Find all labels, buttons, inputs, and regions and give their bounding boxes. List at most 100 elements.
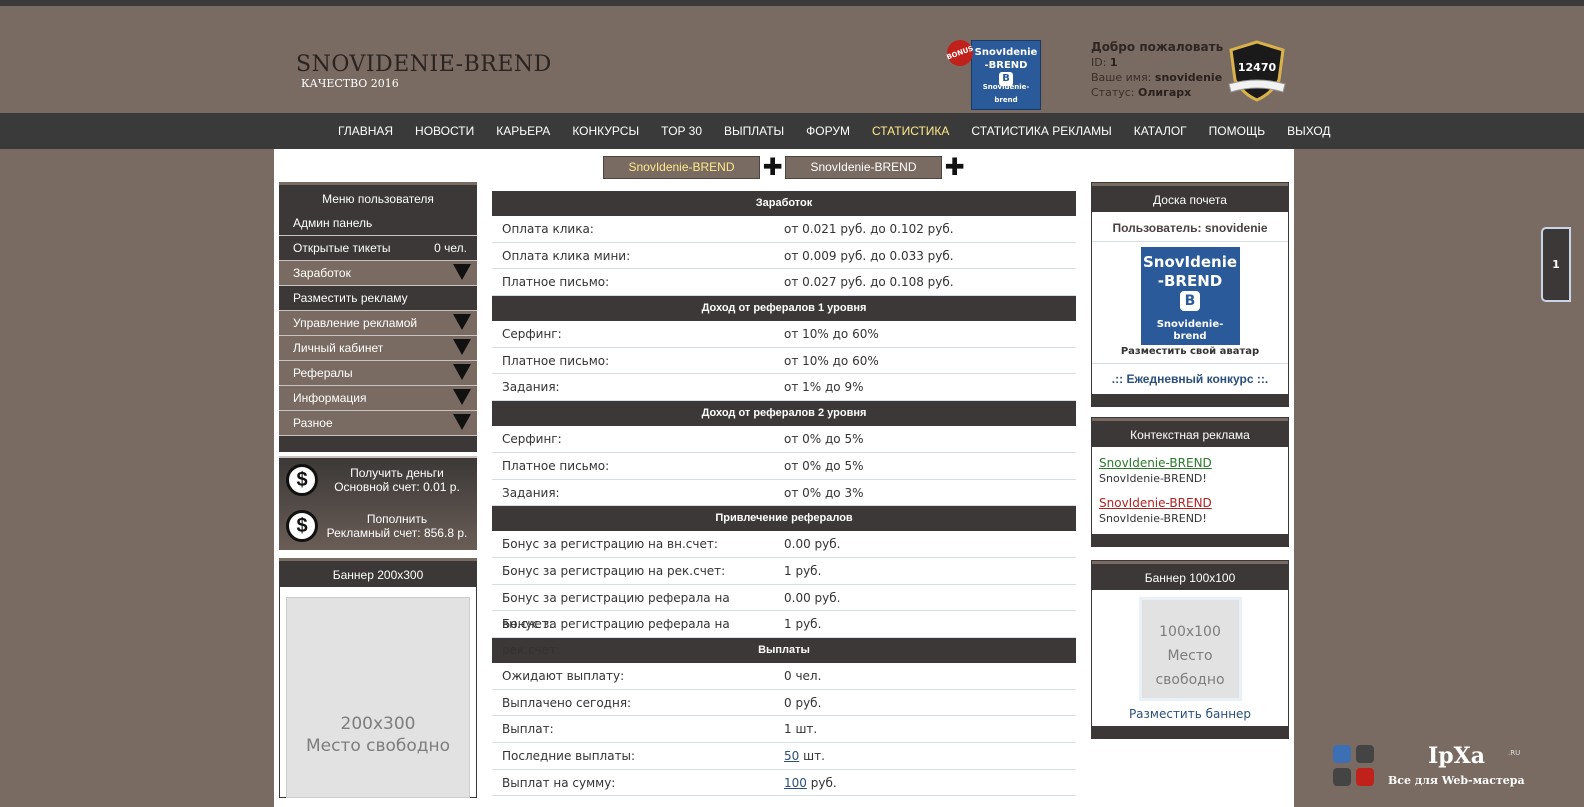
- row-value: от 0.027 руб. до 0.108 руб.: [784, 275, 954, 290]
- banner-100-line2: свободно: [1155, 672, 1225, 688]
- nav-payouts[interactable]: ВЫПЛАТЫ: [713, 124, 795, 138]
- watermark-logo: IpXa .RU Все для Web-мастера: [1330, 743, 1530, 793]
- vk-logo-icon: B: [1180, 291, 1200, 311]
- place-banner-link[interactable]: Разместить баннер: [1092, 707, 1288, 721]
- triangle-down-icon: [453, 264, 471, 280]
- menu-item-label: Личный кабинет: [293, 341, 384, 355]
- row-key: Серфинг:: [502, 327, 562, 342]
- banner-200-box: 200x300 Место свободно: [279, 587, 477, 798]
- row-value: от 0% до 3%: [784, 485, 864, 500]
- daily-contest-link[interactable]: .:: Ежедневный конкурс ::.: [1092, 364, 1288, 394]
- tab-snovidenie-2[interactable]: SnovIdenie-BREND: [785, 156, 942, 179]
- row-value: от 0.021 руб. до 0.102 руб.: [784, 222, 954, 236]
- welcome-title: Добро пожаловать: [1091, 40, 1224, 54]
- nav-contests[interactable]: КОНКУРСЫ: [561, 124, 650, 138]
- place-avatar-link[interactable]: Разместить свой аватар: [1092, 345, 1288, 364]
- menu-earnings[interactable]: Заработок: [279, 261, 477, 286]
- nav-forum[interactable]: ФОРУМ: [795, 124, 861, 138]
- table-row: Платное письмо: от 10% до 60%: [492, 348, 1076, 375]
- user-menu-title: Меню пользователя: [279, 182, 477, 211]
- table-row: Выплачено сегодня: 0 руб.: [492, 690, 1076, 717]
- table-row: Бонус за регистрацию на рек.счет: 1 руб.: [492, 558, 1076, 585]
- banner-100-placeholder[interactable]: 100x100 Место свободно: [1138, 597, 1242, 701]
- user-id-line: ID: 1: [1091, 55, 1223, 70]
- row-key: Ожидают выплату:: [502, 668, 625, 683]
- menu-item-label: Админ панель: [293, 216, 373, 230]
- table-row: Выплат: 1 шт.: [492, 716, 1076, 743]
- menu-misc[interactable]: Разное: [279, 411, 477, 436]
- row-value: от 0.009 руб. до 0.033 руб.: [784, 248, 954, 263]
- avatar-caption: Snovidenie-brend: [982, 83, 1030, 104]
- table-row: Оплата клика: от 0.021 руб. до 0.102 руб.: [492, 216, 1076, 243]
- tab-snovidenie-1[interactable]: SnovIdenie-BREND: [603, 156, 760, 179]
- user-status-label: Статус:: [1091, 86, 1135, 99]
- topup-text: Пополнить Рекламный счет: 856.8 р.: [321, 512, 473, 540]
- user-status-value: Олигарх: [1138, 86, 1192, 99]
- menu-place-ad[interactable]: Разместить рекламу: [279, 286, 477, 311]
- section-earnings: Заработок: [492, 191, 1076, 216]
- header-avatar[interactable]: SnovIdenie -BREND B Snovidenie-brend: [971, 40, 1041, 110]
- menu-item-label: Разное: [293, 416, 333, 430]
- withdraw-money-button[interactable]: $ Получить деньги Основной счет: 0.01 р.: [279, 458, 477, 504]
- row-key: Платное письмо:: [502, 275, 610, 290]
- nav-statistics[interactable]: СТАТИСТИКА: [861, 124, 960, 138]
- menu-information[interactable]: Информация: [279, 386, 477, 411]
- nav-home[interactable]: ГЛАВНАЯ: [327, 124, 404, 138]
- dollar-coin-icon: $: [286, 464, 318, 496]
- nav-ad-statistics[interactable]: СТАТИСТИКА РЕКЛАМЫ: [960, 124, 1122, 138]
- balance-panel: $ Получить деньги Основной счет: 0.01 р.…: [279, 456, 477, 550]
- row-key: Выплачено сегодня:: [502, 695, 632, 710]
- nav-catalog[interactable]: КАТАЛОГ: [1123, 124, 1198, 138]
- section-ref-level1: Доход от рефералов 1 уровня: [492, 296, 1076, 322]
- row-value: 1 руб.: [784, 563, 822, 578]
- site-logo-title[interactable]: SNOVIDENIE-BREND: [296, 52, 552, 77]
- plus-icon[interactable]: ✚: [942, 155, 967, 179]
- row-value: 50 шт.: [784, 743, 1076, 769]
- nav-help[interactable]: ПОМОЩЬ: [1198, 124, 1276, 138]
- last-payouts-link[interactable]: 50: [784, 749, 799, 763]
- site-header: [0, 6, 1584, 113]
- statistics-table: Заработок Оплата клика: от 0.021 руб. до …: [492, 191, 1076, 797]
- plus-icon[interactable]: ✚: [760, 155, 785, 179]
- triangle-down-icon: [453, 389, 471, 405]
- menu-referrals[interactable]: Рефералы: [279, 361, 477, 386]
- context-ad-link[interactable]: SnovIdenie-BREND: [1099, 456, 1281, 471]
- banner-100-box: Баннер 100x100 100x100 Место свободно Ра…: [1091, 560, 1289, 739]
- user-status-line: Статус: Олигарх: [1091, 85, 1223, 100]
- menu-ad-management[interactable]: Управление рекламой: [279, 311, 477, 336]
- side-feedback-tab[interactable]: 1: [1541, 227, 1571, 302]
- avatar-text-2: -BREND: [1157, 272, 1223, 290]
- nav-logout[interactable]: ВЫХОД: [1276, 124, 1341, 138]
- watermark-square-icon: [1333, 745, 1351, 763]
- table-row: Выплат на сумму: 100 руб.: [492, 770, 1076, 797]
- left-sidebar: Меню пользователя Админ панель Открытые …: [279, 182, 477, 798]
- menu-item-label: Рефералы: [293, 366, 353, 380]
- triangle-down-icon: [453, 364, 471, 380]
- context-ad-desc: SnovIdenie-BREND!: [1099, 512, 1207, 525]
- main-balance: Основной счет: 0.01 р.: [334, 480, 460, 494]
- box-footer: [1092, 534, 1288, 546]
- row-key: Задания:: [502, 380, 560, 395]
- watermark-brand: IpXa: [1428, 743, 1485, 769]
- context-ad-link[interactable]: SnovIdenie-BREND: [1099, 496, 1281, 511]
- menu-personal-cabinet[interactable]: Личный кабинет: [279, 336, 477, 361]
- user-name-line: Ваше имя: snovidenie: [1091, 70, 1223, 85]
- menu-admin-panel[interactable]: Админ панель: [279, 211, 477, 236]
- topup-button[interactable]: $ Пополнить Рекламный счет: 856.8 р.: [279, 504, 477, 550]
- nav-news[interactable]: НОВОСТИ: [404, 124, 485, 138]
- menu-open-tickets[interactable]: Открытые тикеты 0 чел.: [279, 236, 477, 261]
- nav-career[interactable]: КАРЬЕРА: [485, 124, 561, 138]
- banner-200-placeholder[interactable]: 200x300 Место свободно: [286, 597, 470, 798]
- box-footer: [1092, 394, 1288, 406]
- withdraw-title: Получить деньги: [350, 466, 444, 480]
- payout-sum-link[interactable]: 100: [784, 776, 807, 790]
- table-row: Задания: от 1% до 9%: [492, 374, 1076, 402]
- box-footer: [1092, 726, 1288, 738]
- nav-top30[interactable]: TOP 30: [650, 124, 713, 138]
- triangle-down-icon: [453, 414, 471, 430]
- user-id-value: 1: [1109, 56, 1118, 69]
- honor-avatar[interactable]: SnovIdenie -BREND B Snovidenie-brend: [1140, 247, 1240, 345]
- banner-100-title: Баннер 100x100: [1092, 561, 1288, 590]
- withdraw-text: Получить деньги Основной счет: 0.01 р.: [321, 466, 473, 494]
- row-value: 100 руб.: [784, 770, 1076, 796]
